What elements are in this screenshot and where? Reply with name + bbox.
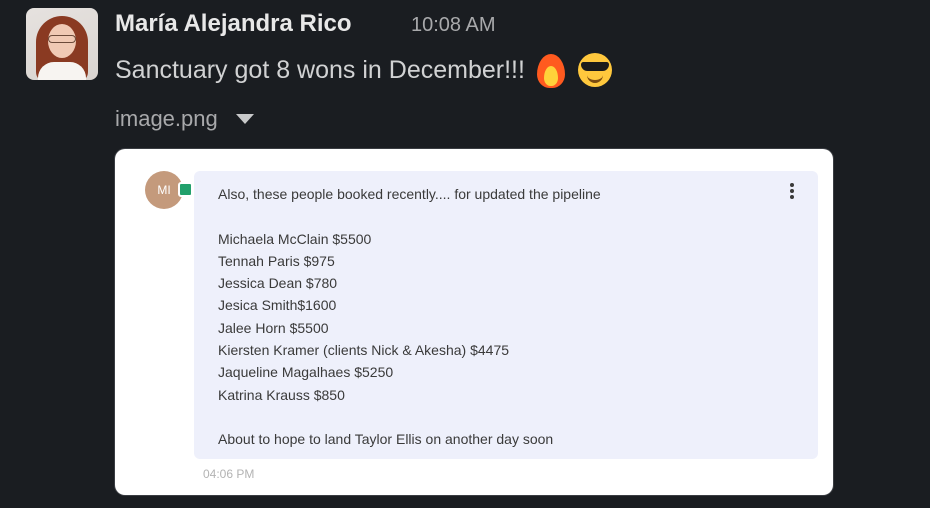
preview-message-text: Also, these people booked recently.... f… — [218, 183, 601, 451]
booking-item: Michaela McClain $5500 — [218, 230, 372, 247]
booking-item: Jalee Horn $5500 — [218, 319, 329, 336]
message-timestamp[interactable]: 10:08 AM — [411, 10, 496, 40]
booking-item: Kiersten Kramer (clients Nick & Akesha) … — [218, 342, 510, 359]
fire-emoji-icon — [533, 52, 569, 88]
preview-time: 04:06 PM — [203, 467, 255, 481]
avatar-glasses — [48, 35, 76, 43]
preview-message-bubble: Also, these people booked recently.... f… — [194, 171, 818, 459]
message-text: Sanctuary got 8 wons in December!!! — [115, 56, 525, 84]
more-options-icon[interactable] — [788, 183, 796, 203]
message-body: Sanctuary got 8 wons in December!!! — [115, 48, 613, 92]
sender-avatar[interactable] — [26, 8, 98, 80]
sunglasses-emoji-icon — [577, 52, 613, 88]
booking-item: Tennah Paris $975 — [218, 252, 335, 269]
sender-name[interactable]: María Alejandra Rico — [115, 6, 352, 42]
preview-closing: About to hope to land Taylor Ellis on an… — [218, 431, 554, 448]
booking-item: Katrina Krauss $850 — [218, 386, 345, 403]
attachment-filename[interactable]: image.png — [115, 106, 218, 132]
preview-avatar-initials: MI — [157, 183, 171, 197]
image-preview[interactable]: MI Also, these people booked recently...… — [115, 149, 833, 495]
preview-blank-line — [218, 406, 601, 428]
booking-item: Jaqueline Magalhaes $5250 — [218, 364, 394, 381]
preview-blank-line — [218, 205, 601, 227]
message: María Alejandra Rico 10:08 AM Sanctuary … — [0, 0, 930, 508]
avatar-shirt — [38, 62, 86, 80]
preview-intro: Also, these people booked recently.... f… — [218, 186, 601, 202]
booking-item: Jesica Smith$1600 — [218, 297, 337, 314]
attachment-header: image.png — [115, 102, 254, 136]
online-status-icon — [178, 182, 193, 197]
chevron-down-icon[interactable] — [235, 114, 254, 124]
booking-item: Jessica Dean $780 — [218, 275, 338, 292]
